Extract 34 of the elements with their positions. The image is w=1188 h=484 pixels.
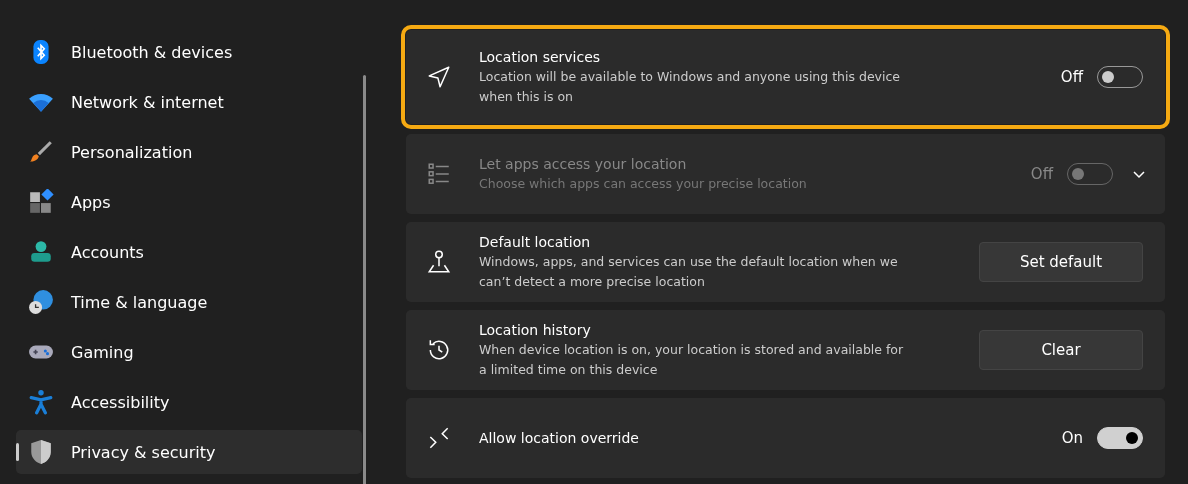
setting-description: When device location is on, your location is stored and available for a limited time on this device — [479, 341, 905, 379]
setting-description: Choose which apps can access your precise location — [479, 175, 808, 193]
sidebar-item[interactable]: Gaming — [16, 330, 362, 374]
sidebar-item[interactable]: Bluetooth & devices — [16, 30, 362, 74]
globe-clock-icon — [28, 289, 54, 315]
list-icon — [426, 161, 452, 187]
map-pin-icon — [426, 249, 452, 275]
action-button[interactable]: Set default — [979, 242, 1143, 282]
sidebar-item[interactable]: Accounts — [16, 230, 362, 274]
setting-title: Default location — [479, 233, 592, 252]
setting-title: Location services — [479, 48, 602, 67]
brush-icon — [28, 139, 54, 165]
sidebar-item[interactable]: Privacy & security — [16, 430, 362, 474]
sidebar-item[interactable]: Network & internet — [16, 80, 362, 124]
setting-description: Windows, apps, and services can use the default location when we can’t detect a more precise location — [479, 253, 899, 291]
sidebar-item[interactable]: Time & language — [16, 280, 362, 324]
setting-title: Allow location override — [479, 429, 640, 448]
toggle-state-label: Off — [1060, 68, 1083, 86]
setting-title: Location history — [479, 321, 592, 340]
toggle-state-label: Off — [1030, 165, 1053, 183]
setting-title: Let apps access your location — [479, 155, 688, 174]
setting-description: Location will be available to Windows and anyone using this device when this is on — [479, 68, 902, 106]
sidebar-item[interactable]: Accessibility — [16, 380, 362, 424]
shield-icon — [28, 439, 54, 465]
person-icon — [28, 239, 54, 265]
navigation-arrow-icon — [426, 64, 452, 90]
sidebar-item[interactable]: Personalization — [16, 130, 362, 174]
action-button[interactable]: Clear — [979, 330, 1143, 370]
apps-icon — [28, 189, 54, 215]
toggle-state-label: On — [1061, 429, 1083, 447]
scrollbar[interactable] — [363, 75, 366, 484]
accessibility-icon — [28, 389, 54, 415]
sidebar-item[interactable]: Apps — [16, 180, 362, 224]
selection-indicator — [16, 443, 19, 461]
